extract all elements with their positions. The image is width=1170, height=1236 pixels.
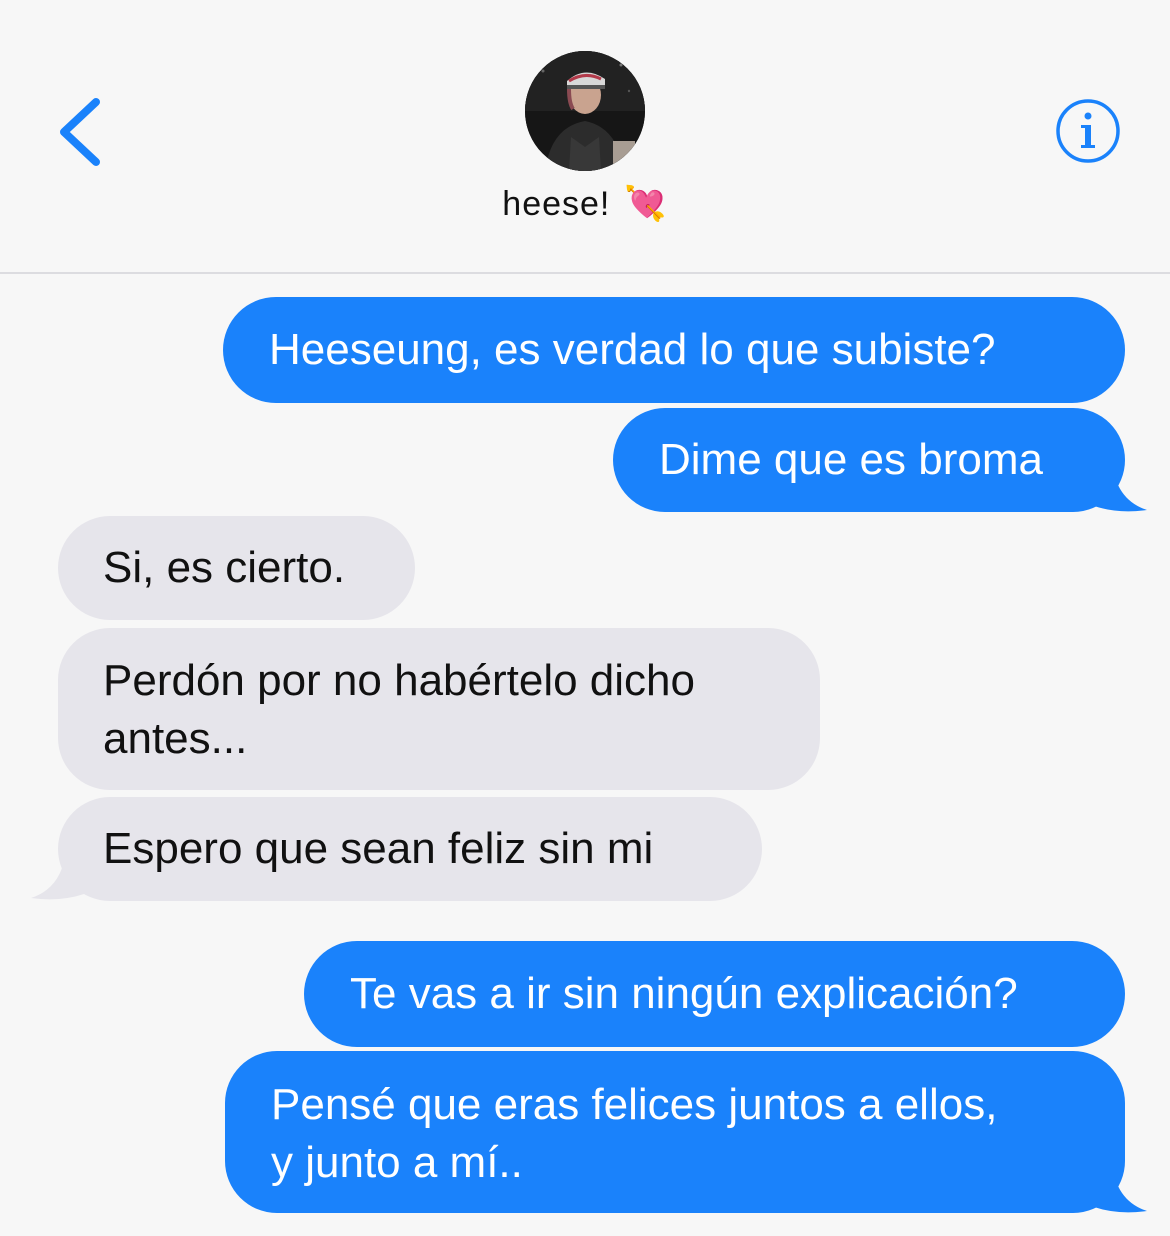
message-text: Espero que sean feliz sin mi [103,824,654,873]
avatar-photo [525,51,645,171]
bubble-tail-received [31,850,88,900]
message-text: Te vas a ir sin ningún explicación? [350,969,1018,1018]
message-bubble-sent[interactable]: Pensé que eras felices juntos a ellos, y… [225,1051,1125,1213]
info-button[interactable] [1055,98,1121,164]
bubble-tail-sent [1090,462,1147,512]
bubble-tail-sent [1090,1163,1147,1213]
message-text-line: Pensé que eras felices juntos a ellos, [271,1080,998,1129]
message-text-line: y junto a mí.. [271,1138,523,1187]
contact-avatar[interactable] [525,51,645,171]
contact-name[interactable]: heese! 💘 [0,184,1170,224]
message-bubble-sent[interactable]: Dime que es broma [613,408,1125,512]
message-bubble-sent[interactable]: Heeseung, es verdad lo que subiste? [223,297,1125,403]
message-text-line: Perdón por no habértelo dicho [103,656,695,705]
message-text: Si, es cierto. [103,543,346,592]
heart-arrow-emoji: 💘 [624,184,668,224]
message-bubble-received[interactable]: Perdón por no habértelo dicho antes... [58,628,820,790]
conversation-header: heese! 💘 [0,0,1170,274]
message-bubble-received[interactable]: Espero que sean feliz sin mi [58,797,762,901]
back-button[interactable] [52,94,112,170]
message-text: Dime que es broma [659,435,1043,484]
message-bubble-sent[interactable]: Te vas a ir sin ningún explicación? [304,941,1125,1047]
info-circle-icon [1056,99,1120,163]
message-bubble-received[interactable]: Si, es cierto. [58,516,415,620]
message-text: Heeseung, es verdad lo que subiste? [269,325,996,374]
message-text-line: antes... [103,714,248,763]
chevron-left-icon [60,98,100,166]
contact-name-text: heese! [502,185,611,223]
